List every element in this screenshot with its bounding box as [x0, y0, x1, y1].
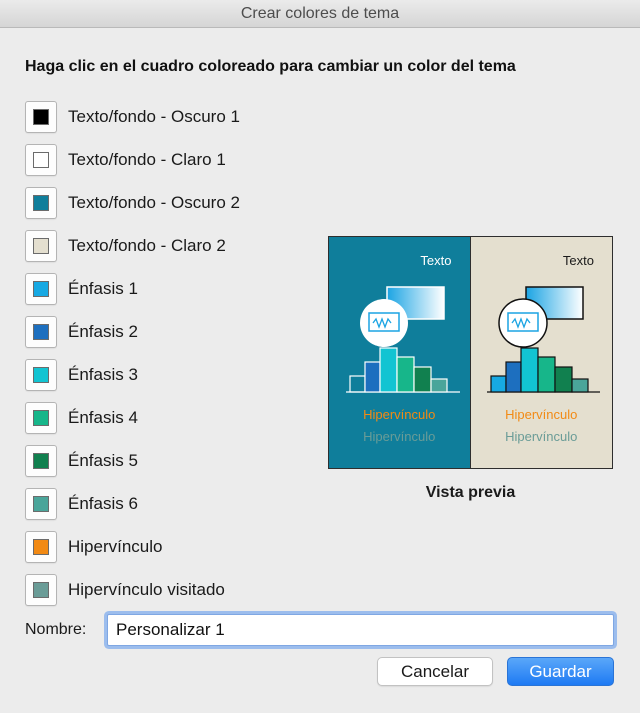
- preview-bar: [504, 361, 522, 393]
- color-row-label: Énfasis 3: [68, 365, 138, 384]
- color-row-label: Hipervínculo visitado: [68, 580, 225, 599]
- theme-color-row: Texto/fondo - Oscuro 1: [25, 100, 240, 134]
- theme-color-row: Texto/fondo - Claro 2: [25, 229, 226, 263]
- color-swatch: [33, 195, 49, 211]
- color-swatch-button[interactable]: [25, 316, 57, 348]
- theme-color-row: Énfasis 2: [25, 315, 138, 349]
- color-row-label: Énfasis 1: [68, 279, 138, 298]
- preview-bar: [489, 375, 507, 393]
- preview-caption: Vista previa: [425, 484, 516, 501]
- color-row-label: Texto/fondo - Claro 1: [68, 150, 226, 169]
- color-swatch-button[interactable]: [25, 101, 57, 133]
- name-label: Nombre:: [25, 621, 87, 638]
- color-swatch-button[interactable]: [25, 359, 57, 391]
- preview-light-visited-hyperlink: Hipervínculo: [505, 429, 578, 444]
- preview-bar: [379, 347, 398, 393]
- preview-dark-visited-hyperlink: Hipervínculo: [363, 429, 436, 444]
- preview-light-pane: Texto Hipervínculo Hipervínculo: [470, 237, 612, 468]
- color-swatch: [33, 582, 49, 598]
- color-swatch-button[interactable]: [25, 273, 57, 305]
- color-row-label: Texto/fondo - Oscuro 1: [68, 107, 240, 126]
- preview-bar: [430, 378, 448, 393]
- instruction-text: Haga clic en el cuadro coloreado para ca…: [25, 58, 516, 75]
- preview-bar: [536, 356, 556, 393]
- theme-color-row: Énfasis 1: [25, 272, 138, 306]
- preview-bar: [349, 375, 366, 393]
- color-swatch: [33, 281, 49, 297]
- color-swatch: [33, 238, 49, 254]
- theme-color-row: Énfasis 5: [25, 444, 138, 478]
- theme-preview: Texto Hipervínculo Hipervínculo Texto Hi…: [328, 236, 613, 469]
- color-swatch: [33, 324, 49, 340]
- color-swatch-button[interactable]: [25, 488, 57, 520]
- color-row-label: Texto/fondo - Oscuro 2: [68, 193, 240, 212]
- theme-color-row: Énfasis 4: [25, 401, 138, 435]
- color-swatch-button[interactable]: [25, 230, 57, 262]
- preview-bar: [413, 366, 432, 393]
- theme-color-row: Énfasis 6: [25, 487, 138, 521]
- theme-color-row: Hipervínculo: [25, 530, 163, 564]
- color-row-label: Énfasis 5: [68, 451, 138, 470]
- save-button[interactable]: Guardar: [507, 657, 614, 686]
- preview-light-hyperlink: Hipervínculo: [505, 407, 578, 422]
- theme-color-row: Hipervínculo visitado: [25, 573, 225, 607]
- preview-bar: [364, 361, 381, 393]
- preview-bar: [519, 347, 539, 393]
- color-row-label: Énfasis 6: [68, 494, 138, 513]
- color-swatch: [33, 152, 49, 168]
- color-swatch-button[interactable]: [25, 187, 57, 219]
- theme-color-row: Texto/fondo - Claro 1: [25, 143, 226, 177]
- preview-dark-hyperlink: Hipervínculo: [363, 407, 436, 422]
- window-title: Crear colores de tema: [0, 0, 640, 28]
- color-swatch: [33, 109, 49, 125]
- color-swatch: [33, 410, 49, 426]
- cancel-button[interactable]: Cancelar: [377, 657, 493, 686]
- color-swatch: [33, 496, 49, 512]
- theme-color-row: Texto/fondo - Oscuro 2: [25, 186, 240, 220]
- preview-bar: [396, 356, 415, 393]
- color-row-label: Hipervínculo: [68, 537, 163, 556]
- color-row-label: Énfasis 4: [68, 408, 138, 427]
- preview-dark-text: Texto: [420, 253, 452, 268]
- color-swatch-button[interactable]: [25, 531, 57, 563]
- theme-color-row: Énfasis 3: [25, 358, 138, 392]
- color-swatch: [33, 539, 49, 555]
- preview-dark-pane: Texto Hipervínculo Hipervínculo: [329, 237, 470, 468]
- preview-bar: [553, 366, 573, 393]
- preview-bar: [570, 378, 589, 393]
- color-swatch: [33, 453, 49, 469]
- color-row-label: Texto/fondo - Claro 2: [68, 236, 226, 255]
- color-swatch-button[interactable]: [25, 574, 57, 606]
- color-swatch-button[interactable]: [25, 402, 57, 434]
- color-swatch-button[interactable]: [25, 144, 57, 176]
- preview-light-text: Texto: [562, 253, 594, 268]
- name-input[interactable]: [107, 614, 614, 646]
- color-row-label: Énfasis 2: [68, 322, 138, 341]
- color-swatch-button[interactable]: [25, 445, 57, 477]
- color-swatch: [33, 367, 49, 383]
